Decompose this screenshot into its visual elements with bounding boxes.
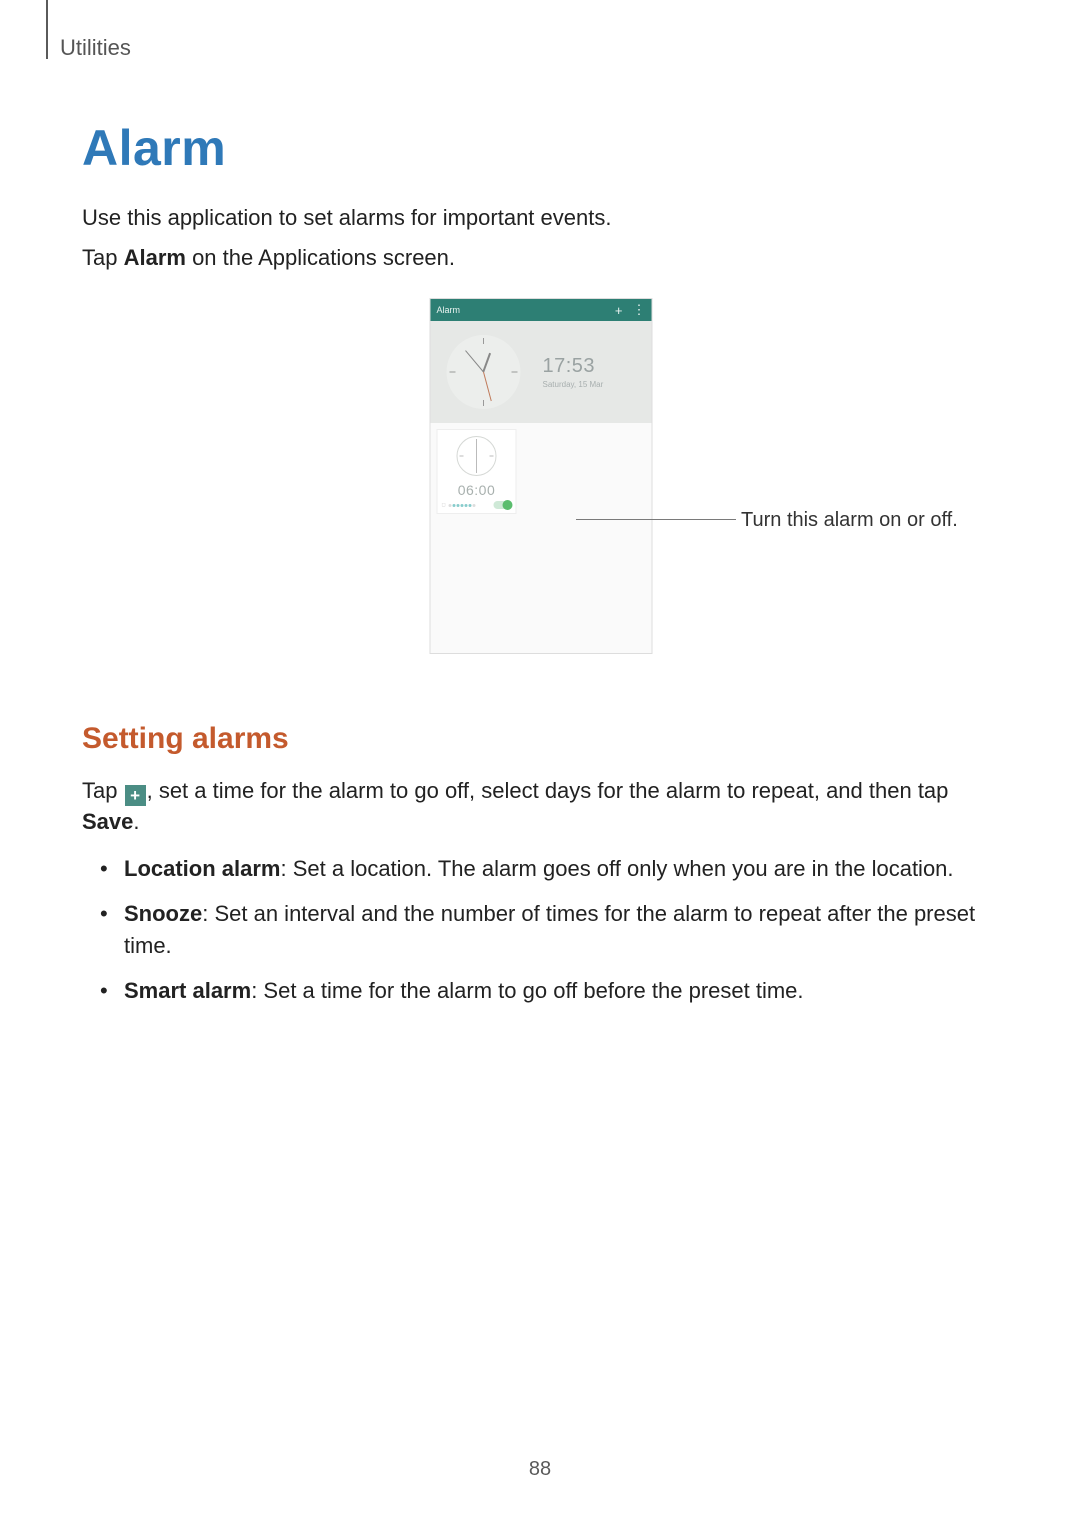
setting-bold-end: Save <box>82 809 133 834</box>
setting-tail: . <box>133 809 139 834</box>
add-alarm-icon[interactable]: + <box>615 303 623 318</box>
plus-icon: + <box>125 785 146 806</box>
page-number: 88 <box>529 1458 551 1481</box>
app-screenshot-figure: Alarm + ⋮ 17:53 Saturday, 15 Mar <box>82 298 1000 678</box>
page-title: Alarm <box>82 119 1000 177</box>
margin-rule <box>46 0 48 59</box>
digital-time: 17:53 <box>543 355 604 378</box>
feature-list: Location alarm: Set a location. The alar… <box>82 853 1000 1006</box>
alarm-time: 06:00 <box>438 482 516 498</box>
alarm-repeat-indicator: ◻ <box>442 502 446 508</box>
clock-panel: 17:53 Saturday, 15 Mar <box>431 321 652 423</box>
section-subtitle: Setting alarms <box>82 722 1000 756</box>
phone-frame: Alarm + ⋮ 17:53 Saturday, 15 Mar <box>430 298 653 654</box>
app-header: Alarm + ⋮ <box>431 299 652 321</box>
bullet-text: : Set an interval and the number of time… <box>124 901 975 957</box>
intro-line-1: Use this application to set alarms for i… <box>82 203 1000 233</box>
list-item: Smart alarm: Set a time for the alarm to… <box>108 975 1000 1006</box>
app-header-title: Alarm <box>437 305 461 315</box>
list-item: Snooze: Set an interval and the number o… <box>108 898 1000 960</box>
alarm-toggle[interactable] <box>494 501 512 509</box>
digital-clock: 17:53 Saturday, 15 Mar <box>543 355 604 389</box>
alarm-day-dots <box>449 504 476 507</box>
intro-line-2-post: on the Applications screen. <box>186 245 455 270</box>
bullet-bold: Smart alarm <box>124 978 251 1003</box>
setting-pre: Tap <box>82 778 124 803</box>
setting-post-icon: , set a time for the alarm to go off, se… <box>147 778 949 803</box>
callout-leader-line <box>576 519 736 520</box>
digital-date: Saturday, 15 Mar <box>543 380 604 389</box>
alarm-clock-icon <box>457 436 497 476</box>
alarm-card[interactable]: 06:00 ◻ <box>437 429 517 514</box>
list-item: Location alarm: Set a location. The alar… <box>108 853 1000 884</box>
bullet-bold: Location alarm <box>124 856 280 881</box>
callout-label: Turn this alarm on or off. <box>741 509 958 532</box>
bullet-text: : Set a time for the alarm to go off bef… <box>251 978 803 1003</box>
analog-clock <box>447 335 521 409</box>
intro-line-2-bold: Alarm <box>124 245 186 270</box>
bullet-text: : Set a location. The alarm goes off onl… <box>280 856 953 881</box>
menu-icon[interactable]: ⋮ <box>633 302 646 318</box>
intro-line-2-pre: Tap <box>82 245 124 270</box>
section-header: Utilities <box>60 35 1000 61</box>
setting-alarms-intro: Tap +, set a time for the alarm to go of… <box>82 776 1000 837</box>
bullet-bold: Snooze <box>124 901 202 926</box>
intro-line-2: Tap Alarm on the Applications screen. <box>82 243 1000 273</box>
